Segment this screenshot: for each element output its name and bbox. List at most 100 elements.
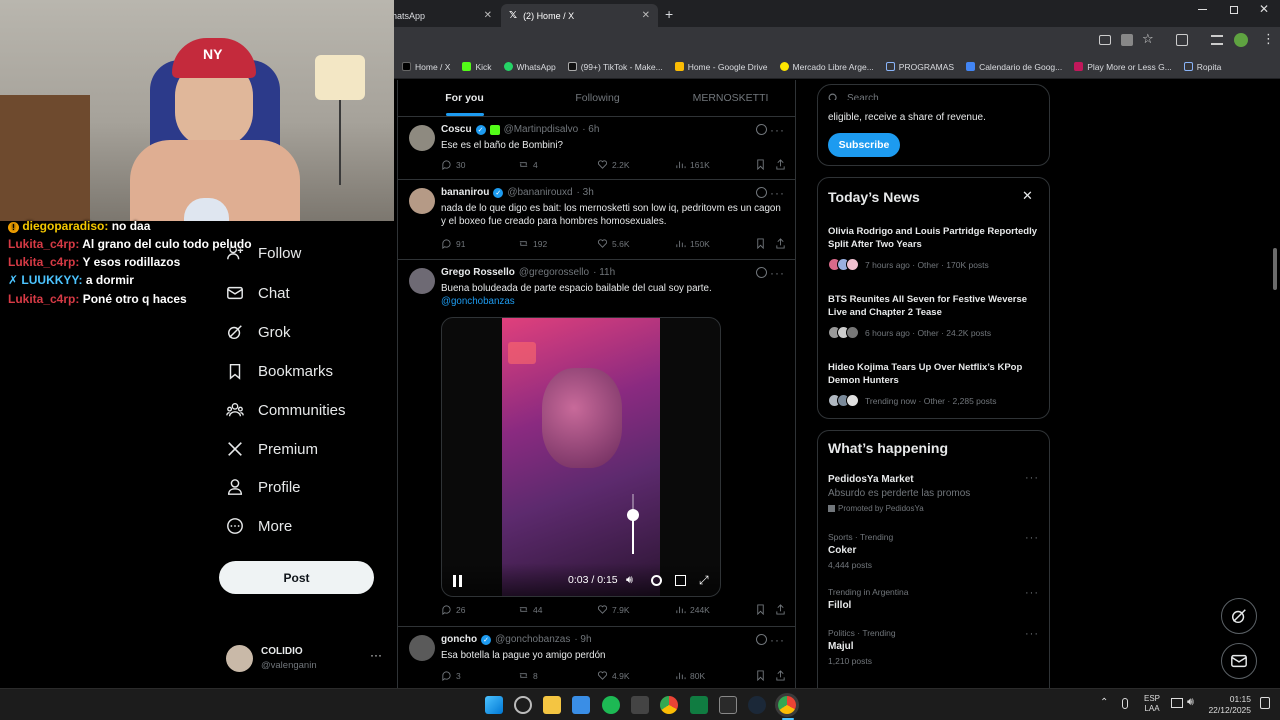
nav-bookmarks[interactable]: Bookmarks xyxy=(226,362,333,380)
share-button[interactable] xyxy=(775,238,786,249)
mention-link[interactable]: @gonchobanzas xyxy=(441,296,515,307)
chrome-icon[interactable] xyxy=(660,696,678,714)
extensions-icon[interactable] xyxy=(1176,34,1188,46)
grok-icon[interactable] xyxy=(756,634,767,645)
chrome-active-icon[interactable] xyxy=(778,696,796,714)
avatar[interactable] xyxy=(409,635,435,661)
like-button[interactable]: 4.9K xyxy=(597,670,630,681)
like-button[interactable]: 7.9K xyxy=(597,604,630,615)
scrollbar-thumb[interactable] xyxy=(1273,248,1277,290)
nav-grok[interactable]: Grok xyxy=(226,323,291,341)
repost-button[interactable]: 192 xyxy=(518,238,547,249)
tab-mernosketti[interactable]: MERNOSKETTI xyxy=(664,80,795,116)
nav-profile[interactable]: Profile xyxy=(226,478,301,496)
news-item-title[interactable]: Olivia Rodrigo and Louis Partridge Repor… xyxy=(828,225,1040,251)
store-icon[interactable] xyxy=(572,696,590,714)
volume-tray-icon[interactable]: 🔊︎ xyxy=(1187,696,1194,709)
tweet-author[interactable]: Coscu xyxy=(441,124,472,135)
steam-icon[interactable] xyxy=(748,696,766,714)
close-tab-icon[interactable]: ✕ xyxy=(642,10,650,21)
trend-name[interactable]: Majul xyxy=(828,641,854,652)
tab-whatsapp[interactable]: hatsApp ✕ xyxy=(384,4,500,27)
bookmark-play-more-or-less[interactable]: Play More or Less G... xyxy=(1074,62,1172,72)
bookmark-ropita[interactable]: Ropita xyxy=(1183,62,1221,72)
translate-icon[interactable] xyxy=(1121,34,1133,46)
news-item-title[interactable]: Hideo Kojima Tears Up Over Netflix’s KPo… xyxy=(828,361,1040,387)
bookmark-button[interactable] xyxy=(755,238,766,249)
bookmark-button[interactable] xyxy=(755,604,766,615)
bookmark-google-drive[interactable]: Home - Google Drive xyxy=(674,62,768,72)
account-more-icon[interactable]: ··· xyxy=(370,648,382,662)
bookmark-whatsapp[interactable]: WhatsApp xyxy=(503,62,556,72)
new-tab-button[interactable]: + xyxy=(665,6,673,22)
share-button[interactable] xyxy=(775,604,786,615)
grok-icon[interactable] xyxy=(756,267,767,278)
grok-fab[interactable] xyxy=(1221,598,1257,634)
network-icon[interactable] xyxy=(1171,698,1183,708)
reply-button[interactable]: 26 xyxy=(441,604,465,615)
views-button[interactable]: 161K xyxy=(675,159,710,170)
bookmark-mercado-libre[interactable]: Mercado Libre Arge... xyxy=(779,62,874,72)
close-window-icon[interactable]: ✕ xyxy=(1259,2,1269,16)
start-icon[interactable] xyxy=(485,696,503,714)
close-icon[interactable]: ✕ xyxy=(1022,188,1033,204)
grok-icon[interactable] xyxy=(756,124,767,135)
tab-for-you[interactable]: For you xyxy=(398,80,531,116)
trend-more-icon[interactable]: ··· xyxy=(1025,628,1039,640)
reply-button[interactable]: 30 xyxy=(441,159,465,170)
views-button[interactable]: 80K xyxy=(675,670,705,681)
volume-icon[interactable]: 🔊︎ xyxy=(626,574,633,587)
minimize-icon[interactable] xyxy=(1198,9,1207,10)
restore-icon[interactable] xyxy=(1230,6,1238,14)
avatar[interactable] xyxy=(409,268,435,294)
tweet-more-icon[interactable]: ··· xyxy=(770,123,785,137)
tweet[interactable]: bananirou ✓ @bananirouxd · 3h ··· nada d… xyxy=(398,180,795,260)
install-icon[interactable] xyxy=(1099,35,1111,45)
share-button[interactable] xyxy=(775,670,786,681)
file-explorer-icon[interactable] xyxy=(543,696,561,714)
news-item-title[interactable]: BTS Reunites All Seven for Festive Wever… xyxy=(828,293,1040,319)
bookmark-home-x[interactable]: Home / X xyxy=(402,62,450,72)
tab-home-x[interactable]: 𝕏 (2) Home / X ✕ xyxy=(501,4,658,27)
account-switcher[interactable]: COLIDIO @valenganin ··· xyxy=(226,642,386,676)
trend-more-icon[interactable]: ··· xyxy=(1025,532,1039,544)
tweet-more-icon[interactable]: ··· xyxy=(770,186,785,200)
settings-icon[interactable] xyxy=(651,575,662,586)
pip-icon[interactable] xyxy=(675,575,686,586)
tweet[interactable]: goncho ✓ @gonchobanzas · 9h ··· Esa bote… xyxy=(398,627,795,688)
post-button[interactable]: Post xyxy=(219,561,374,594)
tweet-author[interactable]: Grego Rossello xyxy=(441,267,515,278)
nav-premium[interactable]: Premium xyxy=(226,440,318,458)
bookmark-calendar[interactable]: Calendario de Goog... xyxy=(966,62,1062,72)
spotify-icon[interactable] xyxy=(602,696,620,714)
clock[interactable]: 01:15 22/12/2025 xyxy=(1207,694,1251,716)
profile-avatar-icon[interactable] xyxy=(1234,33,1248,47)
views-button[interactable]: 244K xyxy=(675,604,710,615)
mic-icon[interactable] xyxy=(1122,698,1128,709)
promo-name[interactable]: PedidosYa Market xyxy=(828,474,914,485)
repost-button[interactable]: 4 xyxy=(518,159,538,170)
repost-button[interactable]: 44 xyxy=(518,604,542,615)
views-button[interactable]: 150K xyxy=(675,238,710,249)
tweet-more-icon[interactable]: ··· xyxy=(770,266,785,280)
nav-more[interactable]: More xyxy=(226,517,292,535)
video-player[interactable]: 0:03 / 0:15 🔊︎ ⤢ xyxy=(441,317,721,597)
media-icon[interactable] xyxy=(1211,35,1223,45)
page-scrollbar[interactable] xyxy=(1270,80,1280,688)
capcut-icon[interactable] xyxy=(631,696,649,714)
tweet-author[interactable]: goncho xyxy=(441,634,477,645)
bookmark-button[interactable] xyxy=(755,159,766,170)
tweet-handle[interactable]: @gonchobanzas xyxy=(495,634,570,645)
trend-name[interactable]: Coker xyxy=(828,545,856,556)
epic-games-icon[interactable] xyxy=(719,696,737,714)
tweet[interactable]: Coscu ✓ @Martinpdisalvo · 6h ··· Ese es … xyxy=(398,117,795,180)
tab-following[interactable]: Following xyxy=(531,80,664,116)
like-button[interactable]: 2.2K xyxy=(597,159,630,170)
tweet-author[interactable]: bananirou xyxy=(441,187,489,198)
nav-communities[interactable]: Communities xyxy=(226,401,346,419)
bookmark-tiktok[interactable]: (99+) TikTok - Make... xyxy=(567,62,663,72)
pause-icon[interactable] xyxy=(452,575,464,587)
tray-chevron-icon[interactable]: ⌃ xyxy=(1100,697,1108,708)
trend-more-icon[interactable]: ··· xyxy=(1025,587,1039,599)
tweet-handle[interactable]: @bananirouxd xyxy=(507,187,572,198)
